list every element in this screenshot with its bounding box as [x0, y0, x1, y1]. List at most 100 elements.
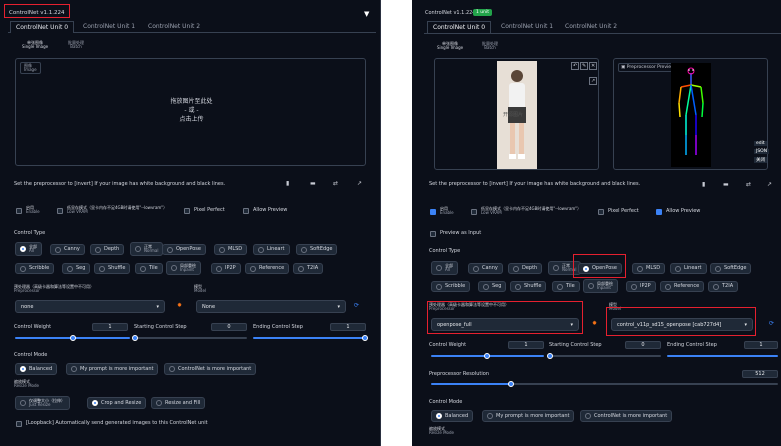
close-preview-button[interactable]: 关闭 [754, 157, 767, 163]
control-type-scribble[interactable]: Scribble [15, 263, 55, 274]
control-weight-input[interactable]: 1 [508, 341, 544, 349]
undo-icon[interactable]: ↶ [571, 62, 580, 70]
resolution-input[interactable]: 512 [742, 370, 778, 378]
resize-mode-crop[interactable]: Crop and Resize [87, 397, 147, 409]
control-type-t2ia[interactable]: T2IA [708, 281, 739, 292]
image-tab-single[interactable]: 单张图像 Single Image [437, 42, 463, 50]
end-step-slider[interactable] [667, 355, 778, 357]
control-type-shuffle[interactable]: Shuffle [510, 281, 547, 292]
resolution-slider-track[interactable] [510, 383, 778, 385]
low-vram-checkbox[interactable] [471, 209, 477, 215]
start-step-thumb[interactable] [132, 335, 138, 341]
control-mode-prompt[interactable]: My prompt is more important [66, 363, 159, 375]
tab-unit-2[interactable]: ControlNet Unit 2 [565, 23, 617, 30]
header-title[interactable]: ControlNet v1.1.224 [425, 10, 475, 16]
start-step-track[interactable] [134, 337, 247, 339]
refresh-icon[interactable]: ⟳ [354, 302, 359, 309]
control-type-tile[interactable]: Tile [552, 281, 580, 292]
explosion-icon[interactable]: ✸ [177, 302, 182, 309]
control-type-openpose[interactable]: OpenPose [162, 244, 206, 255]
image-tab-batch[interactable]: 批量处理 Batch [68, 41, 84, 49]
tab-unit-0[interactable]: ControlNet Unit 0 [10, 21, 75, 33]
control-type-lineart[interactable]: Lineart [253, 244, 290, 255]
low-vram-checkbox[interactable] [57, 208, 63, 214]
control-type-canny[interactable]: Canny [468, 263, 503, 274]
document-icon[interactable]: ▮ [702, 181, 705, 188]
refresh-icon[interactable]: ⟳ [769, 320, 774, 327]
control-mode-prompt[interactable]: My prompt is more important [482, 410, 575, 422]
start-step-input[interactable]: 0 [625, 341, 661, 349]
control-weight-thumb[interactable] [484, 353, 490, 359]
start-step-track[interactable] [549, 355, 661, 357]
tab-unit-1[interactable]: ControlNet Unit 1 [501, 23, 553, 30]
control-type-all[interactable]: 全部 All [15, 242, 42, 256]
control-weight-thumb[interactable] [70, 335, 76, 341]
control-type-seg[interactable]: Seg [62, 263, 91, 274]
control-type-scribble[interactable]: Scribble [431, 281, 471, 292]
control-type-mlsd[interactable]: MLSD [214, 244, 248, 255]
control-type-depth[interactable]: Depth [90, 244, 125, 255]
control-type-ip2p[interactable]: IP2P [626, 281, 656, 292]
tab-unit-2[interactable]: ControlNet Unit 2 [148, 23, 200, 30]
expand-icon[interactable]: ↗ [589, 77, 598, 85]
control-type-reference[interactable]: Reference [660, 281, 705, 292]
collapse-arrow-icon[interactable]: ▼ [364, 10, 369, 18]
swap-icon[interactable]: ⇄ [333, 180, 338, 187]
loopback-checkbox[interactable] [16, 421, 22, 427]
control-weight-input[interactable]: 1 [92, 323, 128, 331]
control-type-reference[interactable]: Reference [245, 263, 290, 274]
control-mode-balanced[interactable]: Balanced [431, 410, 474, 422]
control-type-lineart[interactable]: Lineart [670, 263, 707, 274]
control-type-softedge[interactable]: SoftEdge [710, 263, 752, 274]
end-step-input[interactable]: 1 [330, 323, 366, 331]
tab-unit-0[interactable]: ControlNet Unit 0 [427, 21, 492, 33]
preprocessor-dropdown[interactable]: none ▾ [15, 300, 165, 313]
input-image-area[interactable]: 开源图片 ↶ ✎ ✕ ↗ [434, 58, 599, 170]
control-type-tile[interactable]: Tile [135, 263, 163, 274]
camera-icon[interactable]: ▬ [723, 181, 729, 188]
explosion-icon[interactable]: ✸ [592, 320, 597, 327]
resize-mode-fill[interactable]: Resize and Fill [151, 397, 206, 409]
end-step-thumb[interactable] [362, 335, 368, 341]
tab-unit-1[interactable]: ControlNet Unit 1 [83, 23, 135, 30]
json-button[interactable]: JSON [754, 149, 770, 154]
edit-button[interactable]: edit [754, 141, 767, 146]
model-dropdown[interactable]: None ▾ [196, 300, 346, 313]
image-tab-single[interactable]: 单张图像 Single Image [22, 41, 48, 49]
control-type-depth[interactable]: Depth [508, 263, 543, 274]
control-mode-controlnet[interactable]: ControlNet is more important [580, 410, 673, 422]
pixel-perfect-checkbox[interactable] [598, 209, 604, 215]
allow-preview-checkbox[interactable] [656, 209, 662, 215]
end-step-input[interactable]: 1 [744, 341, 778, 349]
end-step-slider[interactable] [253, 337, 366, 339]
start-step-thumb[interactable] [547, 353, 553, 359]
control-type-canny[interactable]: Canny [50, 244, 85, 255]
control-type-shuffle[interactable]: Shuffle [94, 263, 131, 274]
control-type-ip2p[interactable]: IP2P [211, 263, 241, 274]
send-icon[interactable]: ↗ [767, 181, 772, 188]
pixel-perfect-checkbox[interactable] [184, 208, 190, 214]
start-step-input[interactable]: 0 [211, 323, 247, 331]
brush-icon[interactable]: ✎ [580, 62, 589, 70]
control-mode-balanced[interactable]: Balanced [15, 363, 58, 375]
control-type-softedge[interactable]: SoftEdge [296, 244, 338, 255]
control-type-inpaint[interactable]: 局部重绘 Inpaint [583, 279, 618, 293]
control-type-seg[interactable]: Seg [478, 281, 507, 292]
control-type-t2ia[interactable]: T2IA [293, 263, 324, 274]
control-type-inpaint[interactable]: 局部重绘 Inpaint [166, 261, 201, 275]
image-upload-area[interactable]: 图像 Image 拖放图片至此处 - 或 - 点击上传 [15, 58, 366, 166]
enable-checkbox[interactable] [430, 209, 436, 215]
resize-mode-just-resize[interactable]: 仅调整大小（拉伸） Just Resize [15, 396, 70, 410]
allow-preview-checkbox[interactable] [243, 208, 249, 214]
resolution-slider-fill[interactable] [431, 383, 510, 385]
resolution-thumb[interactable] [508, 381, 514, 387]
document-icon[interactable]: ▮ [286, 180, 289, 187]
control-type-normal[interactable]: 正常 Normal [130, 242, 164, 256]
send-icon[interactable]: ↗ [357, 180, 362, 187]
image-tab-batch[interactable]: 批量处理 Batch [482, 42, 498, 50]
close-icon[interactable]: ✕ [589, 62, 598, 70]
swap-icon[interactable]: ⇄ [746, 181, 751, 188]
camera-icon[interactable]: ▬ [310, 180, 316, 187]
control-type-all[interactable]: 全部 All [431, 261, 458, 275]
preview-as-input-checkbox[interactable] [430, 231, 436, 237]
